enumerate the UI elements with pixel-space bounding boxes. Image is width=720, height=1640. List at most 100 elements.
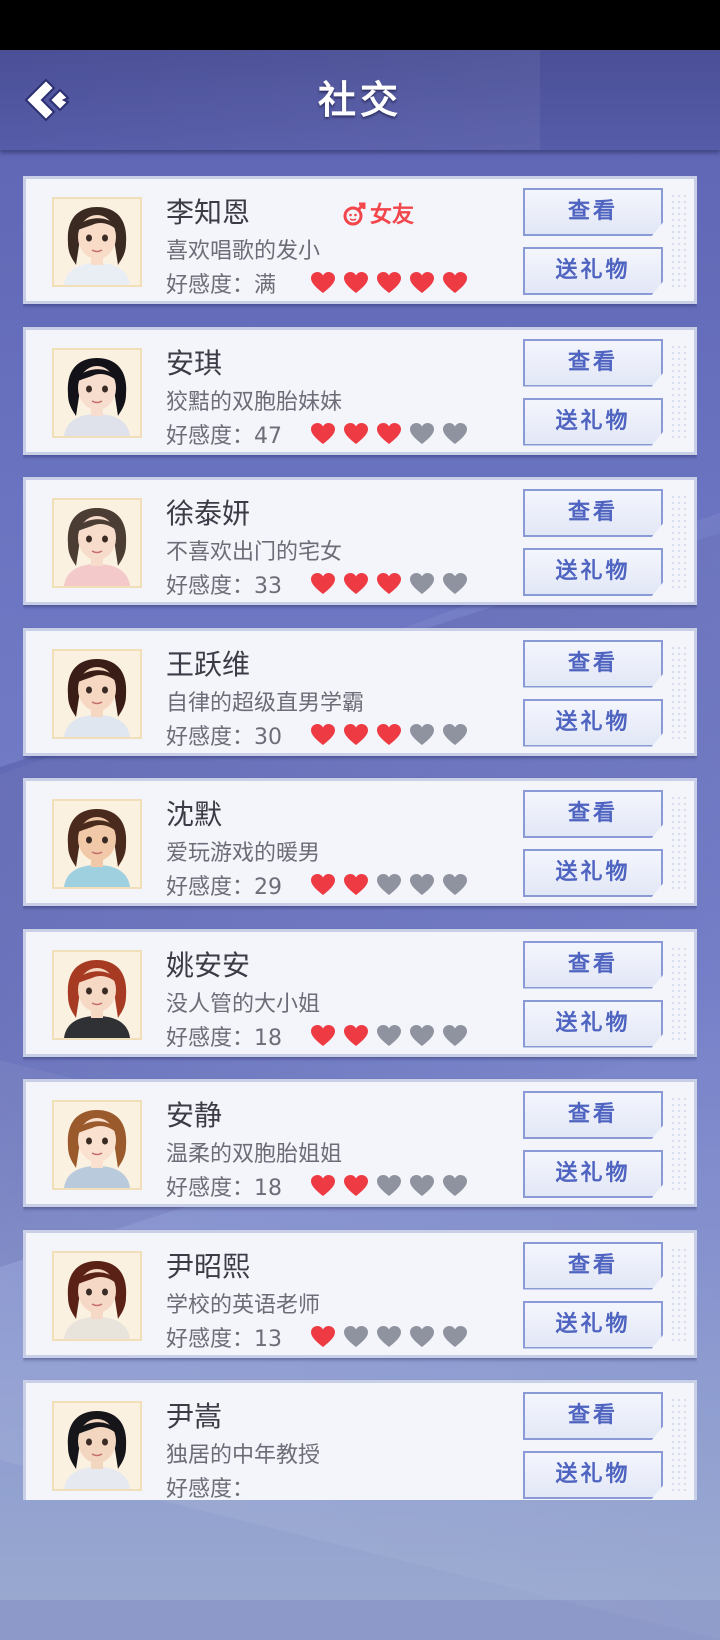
- affection-label: 好感度：29: [166, 875, 282, 900]
- heart-full-icon: [343, 422, 371, 448]
- badge-label: 女友: [370, 203, 415, 228]
- affection-hearts: [310, 1325, 475, 1351]
- affection-label: 好感度：18: [166, 1176, 282, 1201]
- heart-empty-icon: [442, 422, 470, 448]
- character-name: 姚安安: [166, 948, 251, 982]
- affection-hearts: [310, 723, 475, 749]
- heart-empty-icon: [442, 1325, 470, 1351]
- send-gift-button[interactable]: 送礼物: [523, 548, 663, 596]
- character-description: 自律的超级直男学霸: [166, 690, 365, 716]
- character-card: 安静 温柔的双胞胎姐姐 好感度：18 查看 送礼物: [23, 1079, 697, 1207]
- heart-empty-icon: [376, 1024, 404, 1050]
- page-title: 社交: [317, 78, 402, 122]
- card-decoration: [670, 795, 690, 893]
- affection-hearts: [310, 1024, 475, 1050]
- character-avatar[interactable]: [52, 1100, 142, 1190]
- heart-empty-icon: [409, 1024, 437, 1050]
- affection-hearts: [310, 873, 475, 899]
- character-description: 不喜欢出门的宅女: [166, 540, 343, 565]
- send-gift-button[interactable]: 送礼物: [523, 1300, 663, 1349]
- send-gift-button[interactable]: 送礼物: [523, 698, 663, 747]
- character-name: 王跃维: [166, 647, 251, 681]
- character-card: 尹嵩 独居的中年教授 好感度： 查看 送礼物: [23, 1380, 697, 1500]
- view-button[interactable]: 查看: [523, 790, 663, 838]
- affection-hearts: [310, 1174, 475, 1200]
- card-decoration: [670, 945, 690, 1044]
- view-button[interactable]: 查看: [523, 489, 663, 537]
- heart-full-icon: [343, 1024, 371, 1050]
- character-avatar[interactable]: [52, 1401, 142, 1491]
- heart-full-icon: [310, 1024, 338, 1050]
- affection-label: 好感度：: [166, 1477, 255, 1500]
- heart-full-icon: [376, 572, 404, 598]
- heart-full-icon: [376, 271, 404, 297]
- heart-empty-icon: [442, 723, 470, 749]
- character-card: 姚安安 没人管的大小姐 好感度：18 查看 送礼物: [23, 928, 697, 1057]
- girlfriend-badge: 女友: [342, 197, 415, 228]
- character-avatar[interactable]: [52, 1250, 142, 1341]
- send-gift-button[interactable]: 送礼物: [523, 849, 663, 897]
- card-decoration: [670, 193, 690, 291]
- send-gift-button[interactable]: 送礼物: [523, 999, 663, 1048]
- heart-full-icon: [310, 1174, 338, 1200]
- character-description: 狡黠的双胞胎妹妹: [166, 389, 343, 415]
- character-description: 喜欢唱歌的发小: [166, 239, 321, 264]
- view-button[interactable]: 查看: [523, 1241, 663, 1290]
- heart-full-icon: [310, 271, 338, 297]
- heart-empty-icon: [409, 723, 437, 749]
- heart-full-icon: [442, 271, 470, 297]
- view-button[interactable]: 查看: [523, 639, 663, 688]
- heart-empty-icon: [409, 422, 437, 448]
- character-description: 温柔的双胞胎姐姐: [166, 1142, 343, 1167]
- send-gift-button[interactable]: 送礼物: [523, 247, 663, 295]
- status-bar: [0, 0, 720, 50]
- heart-full-icon: [310, 1325, 338, 1351]
- heart-empty-icon: [409, 873, 437, 899]
- affection-label: 好感度：13: [166, 1326, 282, 1352]
- character-avatar[interactable]: [52, 347, 142, 438]
- view-button[interactable]: 查看: [523, 338, 663, 387]
- heart-full-icon: [343, 572, 371, 598]
- character-avatar[interactable]: [52, 799, 142, 889]
- character-avatar[interactable]: [52, 949, 142, 1040]
- character-name: 尹嵩: [166, 1400, 223, 1433]
- heart-empty-icon: [442, 572, 470, 598]
- character-name: 徐泰妍: [166, 497, 251, 530]
- view-button[interactable]: 查看: [523, 1091, 663, 1139]
- character-description: 没人管的大小姐: [166, 991, 321, 1017]
- character-card: 徐泰妍不喜欢出门的宅女 好感度：33 查看送礼物: [23, 477, 697, 605]
- character-card: 王跃维 自律的超级直男学霸 好感度：30 查看 送礼物: [23, 627, 697, 756]
- heart-empty-icon: [409, 1325, 437, 1351]
- card-decoration: [670, 1397, 690, 1495]
- heart-full-icon: [343, 723, 371, 749]
- card-decoration: [670, 343, 690, 442]
- character-name: 安琪: [166, 346, 223, 380]
- heart-empty-icon: [376, 1174, 404, 1200]
- card-decoration: [670, 644, 690, 743]
- heart-empty-icon: [442, 1024, 470, 1050]
- character-description: 爱玩游戏的暖男: [166, 841, 321, 866]
- female-symbol-icon: [343, 202, 366, 226]
- view-button[interactable]: 查看: [523, 1392, 663, 1440]
- character-avatar[interactable]: [52, 648, 142, 739]
- affection-label: 好感度：33: [166, 574, 282, 599]
- card-decoration: [670, 494, 690, 592]
- send-gift-button[interactable]: 送礼物: [523, 397, 663, 446]
- heart-full-icon: [343, 271, 371, 297]
- heart-empty-icon: [376, 873, 404, 899]
- character-avatar[interactable]: [52, 498, 142, 588]
- send-gift-button[interactable]: 送礼物: [523, 1451, 663, 1499]
- character-avatar[interactable]: [52, 197, 142, 287]
- character-card: 尹昭熙 学校的英语老师 好感度：13 查看 送礼物: [23, 1229, 697, 1358]
- send-gift-button[interactable]: 送礼物: [523, 1150, 663, 1198]
- character-name: 尹昭熙: [166, 1249, 251, 1283]
- character-name: 李知恩: [166, 196, 251, 229]
- affection-hearts: [310, 572, 475, 598]
- view-button[interactable]: 查看: [523, 940, 663, 989]
- character-list[interactable]: 李知恩 女友 喜欢唱歌的发小 好感度：满 查看 送礼物 安琪 狡黠的双胞胎妹妹 好感度：47 查看…: [23, 176, 697, 1500]
- character-card: 沈默 爱玩游戏的暖男 好感度：29 查看 送礼物: [23, 778, 697, 906]
- character-card: 李知恩 女友 喜欢唱歌的发小 好感度：满 查看 送礼物: [23, 176, 697, 304]
- view-button[interactable]: 查看: [523, 188, 663, 236]
- affection-label: 好感度：47: [166, 423, 282, 449]
- card-decoration: [670, 1096, 690, 1194]
